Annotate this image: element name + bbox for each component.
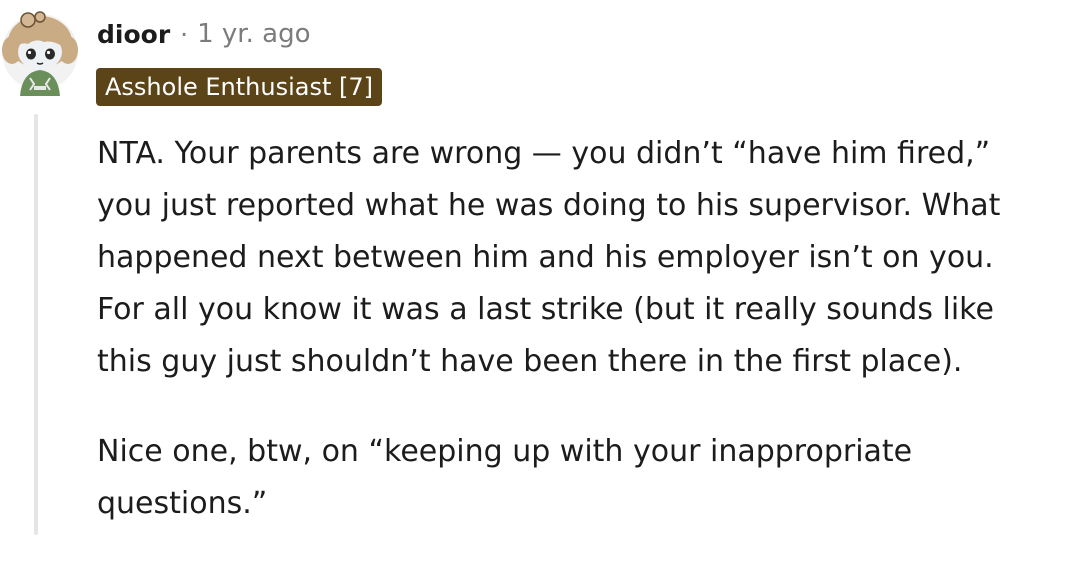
comment-text-line: questions.”: [97, 486, 268, 521]
comment-paragraph-2: Nice one, btw, on “keeping up with your …: [97, 426, 1087, 530]
comment-text-line: happened next between him and his employ…: [97, 240, 994, 275]
avatar-illustration: [2, 11, 78, 96]
username-link[interactable]: dioor: [97, 20, 170, 49]
thread-line[interactable]: [34, 114, 38, 535]
comment: dioor · 1 yr. ago Asshole Enthusiast [7]…: [0, 0, 1089, 535]
user-flair-badge: Asshole Enthusiast [7]: [96, 68, 383, 106]
comment-text-line: For all you know it was a last strike (b…: [97, 292, 994, 327]
comment-body: NTA. Your parents are wrong — you didn’t…: [97, 128, 1087, 568]
comment-paragraph-1: NTA. Your parents are wrong — you didn’t…: [97, 128, 1087, 388]
comment-text-line: you just reported what he was doing to h…: [97, 188, 1001, 223]
comment-text-line: NTA. Your parents are wrong — you didn’t…: [97, 136, 991, 171]
comment-text-line: Nice one, btw, on “keeping up with your …: [97, 434, 913, 469]
comment-meta: dioor · 1 yr. ago: [97, 14, 310, 54]
user-avatar-icon[interactable]: [0, 8, 80, 96]
meta-separator: ·: [180, 19, 189, 49]
timestamp-link[interactable]: 1 yr. ago: [197, 19, 310, 49]
comment-text-line: this guy just shouldn’t have been there …: [97, 344, 963, 379]
